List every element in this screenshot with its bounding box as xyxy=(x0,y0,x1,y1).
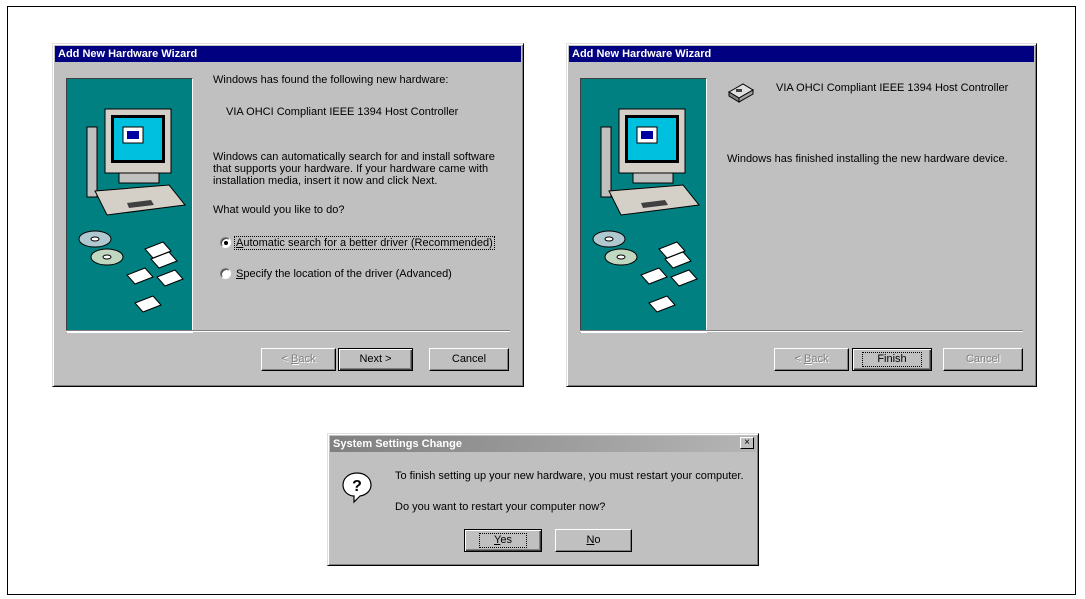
device-name: VIA OHCI Compliant IEEE 1394 Host Contro… xyxy=(226,106,459,118)
restart-required-message: To finish setting up your new hardware, … xyxy=(395,470,744,482)
close-button[interactable]: × xyxy=(740,437,754,449)
pci-card-icon xyxy=(728,83,754,103)
question-icon: ? xyxy=(342,472,372,504)
hardware-wizard-search-dialog: Add New Hardware Wizard Windows has foun… xyxy=(52,43,524,387)
specify-location-radio[interactable] xyxy=(220,268,231,279)
wizard-illustration xyxy=(66,78,193,333)
cancel-button[interactable]: Cancel xyxy=(429,348,509,371)
search-description-line1: Windows can automatically search for and… xyxy=(213,151,495,163)
window-title: Add New Hardware Wizard xyxy=(55,46,521,62)
hardware-wizard-finished-dialog: Add New Hardware Wizard VIA OHCI Complia… xyxy=(566,43,1037,387)
finished-installing-text: Windows has finished installing the new … xyxy=(727,153,1008,165)
cd-disc-icons xyxy=(592,230,638,266)
cd-disc-icons xyxy=(78,230,124,266)
back-button[interactable]: < Back xyxy=(261,348,336,371)
floppy-disk-icons xyxy=(640,241,698,313)
restart-question: Do you want to restart your computer now… xyxy=(395,501,606,513)
automatic-search-label[interactable]: Automatic search for a better driver (Re… xyxy=(234,236,495,250)
computer-icon xyxy=(600,108,700,216)
search-description-line3: installation media, insert it now and cl… xyxy=(213,175,438,187)
floppy-disk-icons xyxy=(126,241,184,313)
window-title: Add New Hardware Wizard xyxy=(569,46,1034,62)
finish-button[interactable]: Finish xyxy=(852,348,932,371)
no-button[interactable]: No xyxy=(555,529,632,552)
computer-icon xyxy=(86,108,186,216)
automatic-search-radio[interactable] xyxy=(220,237,231,248)
window-title: System Settings Change xyxy=(330,436,756,452)
yes-button[interactable]: Yes xyxy=(464,529,542,552)
device-name: VIA OHCI Compliant IEEE 1394 Host Contro… xyxy=(776,82,1009,94)
svg-text:?: ? xyxy=(352,478,362,495)
found-hardware-text: Windows has found the following new hard… xyxy=(213,74,449,86)
button-separator xyxy=(66,330,510,332)
cancel-button[interactable]: Cancel xyxy=(943,348,1023,371)
specify-location-label[interactable]: Specify the location of the driver (Adva… xyxy=(236,268,452,280)
next-button[interactable]: Next > xyxy=(338,348,413,371)
what-to-do-question: What would you like to do? xyxy=(213,204,345,216)
back-button[interactable]: < Back xyxy=(774,348,849,371)
search-description-line2: that supports your hardware. If your har… xyxy=(213,163,489,175)
button-separator xyxy=(580,330,1023,332)
wizard-illustration xyxy=(580,78,707,333)
system-settings-change-dialog: System Settings Change × ? To finish set… xyxy=(327,433,759,566)
